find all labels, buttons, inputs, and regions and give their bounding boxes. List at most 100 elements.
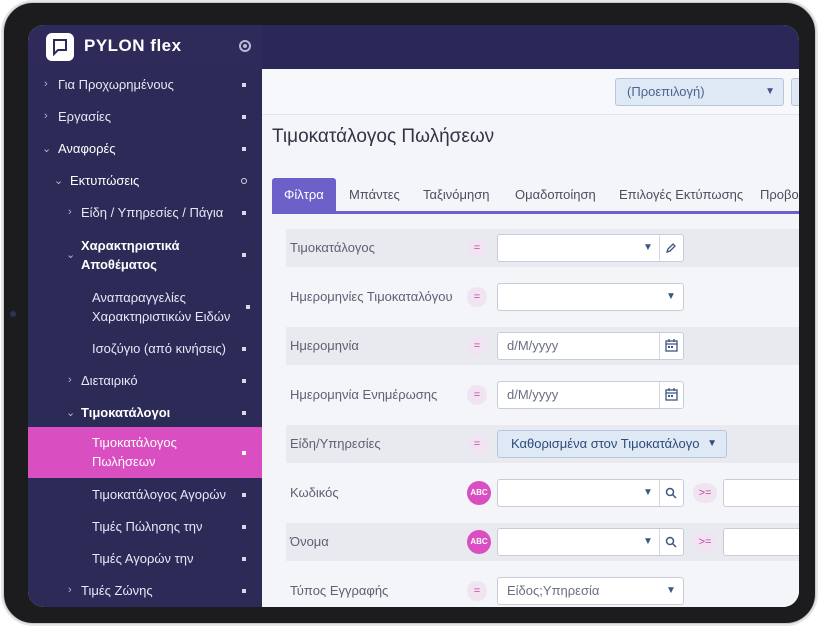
items-services-select[interactable]: Καθορισμένα στον Τιμοκατάλογο ▼ xyxy=(497,430,727,458)
chevron-down-icon: ⌄ xyxy=(54,175,64,187)
tab-bands[interactable]: Μπάντες xyxy=(349,178,400,211)
sidebar-item-zone-prices[interactable]: › Τιμές Ζώνης xyxy=(28,581,262,601)
caret-down-icon: ▼ xyxy=(643,242,653,253)
bullet-icon xyxy=(242,83,246,87)
operator-badge[interactable]: = xyxy=(467,336,487,356)
sidebar-item-pricelists[interactable]: ⌄ Τιμοκατάλογοι xyxy=(28,403,262,423)
abc-operator-icon[interactable]: ABC xyxy=(467,530,491,554)
abc-operator-icon[interactable]: ABC xyxy=(467,481,491,505)
calendar-icon[interactable] xyxy=(660,333,682,359)
operator-badge[interactable]: >= xyxy=(693,483,717,503)
top-bar: PYLON flex xyxy=(28,25,262,69)
camera xyxy=(10,311,16,317)
sidebar-item-tasks[interactable]: › Εργασίες xyxy=(28,107,262,127)
name-input[interactable]: ▼ xyxy=(497,528,684,556)
caret-down-icon: ▼ xyxy=(707,438,717,449)
operator-badge[interactable]: = xyxy=(467,581,487,601)
chevron-down-icon: ⌄ xyxy=(66,249,76,261)
tab-sorting[interactable]: Ταξινόμηση xyxy=(423,178,489,211)
sidebar-item-label: Είδη / Υπηρεσίες / Πάγια xyxy=(81,205,224,220)
caret-down-icon: ▼ xyxy=(666,291,676,302)
top-bar-right xyxy=(262,25,799,69)
logo-icon xyxy=(46,33,74,61)
sidebar-item-intercompany[interactable]: › Διεταιρικό xyxy=(28,371,262,391)
record-type-select[interactable]: Είδος;Υπηρεσία ▼ xyxy=(497,577,684,605)
date-input[interactable]: d/M/yyyy xyxy=(497,332,684,360)
chevron-right-icon: › xyxy=(44,110,48,122)
sidebar-item-sales-prices[interactable]: Τιμές Πώλησης την xyxy=(28,517,262,537)
caret-down-icon: ▼ xyxy=(765,86,775,97)
filter-label: Ημερομηνία Ενημέρωσης xyxy=(290,387,438,402)
filter-row-code: Κωδικός ABC ▼ >= xyxy=(286,474,799,512)
sidebar-item-prints[interactable]: ⌄ Εκτυπώσεις xyxy=(28,171,262,191)
bullet-icon xyxy=(242,411,246,415)
bullet-icon xyxy=(242,211,246,215)
caret-down-icon: ▼ xyxy=(643,487,653,498)
filter-label: Όνομα xyxy=(290,534,329,549)
sidebar-item-label: Χαρακτηριστικά Αποθέματος xyxy=(81,238,180,272)
sidebar-item-advanced[interactable]: › Για Προχωρημένους xyxy=(28,75,262,95)
tab-view[interactable]: Προβολ xyxy=(760,178,799,211)
filter-label: Ημερομηνία xyxy=(290,338,359,353)
sidebar-item-label: Για Προχωρημένους xyxy=(58,77,174,92)
tab-grouping[interactable]: Ομαδοποίηση xyxy=(515,178,596,211)
filter-row-name: Όνομα ABC ▼ >= xyxy=(286,523,799,561)
preset-select[interactable]: (Προεπιλογή) ▼ xyxy=(615,78,784,106)
filter-label: Τιμοκατάλογος xyxy=(290,240,375,255)
tab-print-options[interactable]: Επιλογές Εκτύπωσης xyxy=(619,178,743,211)
code-to-input[interactable] xyxy=(723,479,799,507)
sidebar-item-label: Αναφορές xyxy=(58,141,116,156)
sidebar-item-stock-characteristics[interactable]: ⌄ Χαρακτηριστικά Αποθέματος xyxy=(28,235,262,275)
chevron-right-icon: › xyxy=(44,78,48,90)
bullet-icon xyxy=(242,379,246,383)
preset-value: (Προεπιλογή) xyxy=(627,84,705,99)
sidebar-item-label: Τιμοκατάλογοι xyxy=(81,405,171,420)
search-icon[interactable] xyxy=(660,480,682,506)
sidebar-item-reports[interactable]: ⌄ Αναφορές xyxy=(28,139,262,159)
bullet-icon xyxy=(242,589,246,593)
pin-icon[interactable] xyxy=(239,40,251,52)
page-title: Τιμοκατάλογος Πωλήσεων xyxy=(272,126,495,147)
sidebar-item-items-services[interactable]: › Είδη / Υπηρεσίες / Πάγια xyxy=(28,203,262,223)
sidebar-item-reorders[interactable]: Αναπαραγγελίες Χαρακτηριστικών Ειδών xyxy=(28,287,262,327)
bullet-icon xyxy=(242,525,246,529)
pencil-icon[interactable] xyxy=(660,235,682,261)
operator-badge[interactable]: = xyxy=(467,434,487,454)
filter-label: Κωδικός xyxy=(290,485,339,500)
filter-row-pricelist-dates: Ημερομηνίες Τιμοκαταλόγου = ▼ xyxy=(286,278,799,316)
filter-row-record-type: Τύπος Εγγραφής = Είδος;Υπηρεσία ▼ xyxy=(286,572,799,607)
select-value: Είδος;Υπηρεσία xyxy=(507,583,600,598)
pricelist-select[interactable]: ▼ xyxy=(497,234,684,262)
operator-badge[interactable]: >= xyxy=(693,532,717,552)
toolbar-button[interactable] xyxy=(791,78,799,106)
select-value: Καθορισμένα στον Τιμοκατάλογο xyxy=(511,436,700,451)
operator-badge[interactable]: = xyxy=(467,287,487,307)
filter-label: Ημερομηνίες Τιμοκαταλόγου xyxy=(290,289,453,304)
filter-label: Είδη/Υπηρεσίες xyxy=(290,436,381,451)
operator-badge[interactable]: = xyxy=(467,385,487,405)
chevron-right-icon: › xyxy=(68,206,72,218)
bullet-icon xyxy=(246,305,250,309)
tab-filters[interactable]: Φίλτρα xyxy=(272,178,336,211)
code-input[interactable]: ▼ xyxy=(497,479,684,507)
chevron-right-icon: › xyxy=(68,374,72,386)
search-icon[interactable] xyxy=(660,529,682,555)
sidebar-item-label: Εκτυπώσεις xyxy=(70,173,140,188)
calendar-icon[interactable] xyxy=(660,382,682,408)
main-toolbar: (Προεπιλογή) ▼ xyxy=(262,69,799,115)
pricelist-dates-select[interactable]: ▼ xyxy=(497,283,684,311)
sidebar-item-sales-pricelist[interactable]: Τιμοκατάλογος Πωλήσεων xyxy=(28,427,262,478)
date-placeholder: d/M/yyyy xyxy=(507,387,559,402)
sidebar-item-balance[interactable]: Ισοζύγιο (από κινήσεις) xyxy=(28,339,262,359)
sidebar-item-label: Τιμές Αγορών την xyxy=(92,551,194,566)
sidebar-item-label: Τιμοκατάλογος Αγορών xyxy=(92,487,227,502)
update-date-input[interactable]: d/M/yyyy xyxy=(497,381,684,409)
sidebar-item-purchase-pricelist[interactable]: Τιμοκατάλογος Αγορών xyxy=(28,485,262,505)
sidebar-item-purchase-prices[interactable]: Τιμές Αγορών την xyxy=(28,549,262,569)
filter-row-date: Ημερομηνία = d/M/yyyy xyxy=(286,327,799,365)
operator-badge[interactable]: = xyxy=(467,238,487,258)
tab-bar: Φίλτρα Μπάντες Ταξινόμηση Ομαδοποίηση Επ… xyxy=(272,178,799,214)
sidebar-item-label: Τιμές Ζώνης xyxy=(81,583,153,598)
filter-label: Τύπος Εγγραφής xyxy=(290,583,389,598)
name-to-input[interactable] xyxy=(723,528,799,556)
